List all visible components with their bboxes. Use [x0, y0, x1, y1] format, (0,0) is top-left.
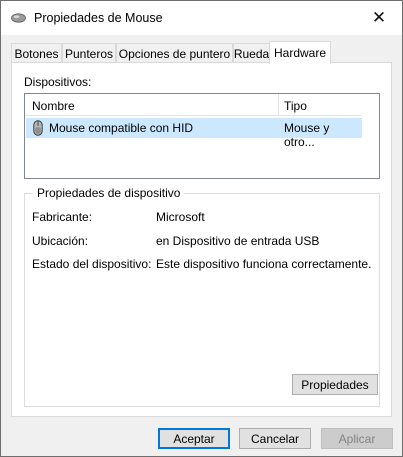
list-scrollbar-area: [362, 94, 379, 178]
manufacturer-label: Fabricante:: [32, 210, 93, 224]
tab-botones[interactable]: Botones: [11, 43, 62, 63]
tab-punteros[interactable]: Punteros: [62, 43, 116, 63]
devices-list[interactable]: Nombre Tipo Mouse compatible con HID Mou…: [24, 93, 380, 179]
properties-button[interactable]: Propiedades: [292, 374, 378, 395]
devices-label: Dispositivos:: [24, 75, 92, 89]
tab-hardware[interactable]: Hardware: [269, 41, 331, 64]
device-type: Mouse y otro...: [284, 121, 330, 149]
title-bar: Propiedades de Mouse ✕: [1, 1, 402, 35]
mouse-properties-window: Propiedades de Mouse ✕ Botones Punteros …: [0, 0, 403, 457]
location-label: Ubicación:: [32, 234, 89, 248]
column-divider[interactable]: [278, 94, 279, 116]
cancel-button[interactable]: Cancelar: [239, 428, 311, 449]
mouse-icon: [33, 120, 43, 136]
tab-rueda[interactable]: Rueda: [233, 43, 270, 63]
device-name: Mouse compatible con HID: [49, 121, 194, 135]
group-title: Propiedades de dispositivo: [33, 186, 185, 200]
devices-list-header: Nombre Tipo: [25, 94, 379, 116]
column-header-name[interactable]: Nombre: [32, 99, 75, 113]
tab-strip: Botones Punteros Opciones de puntero Rue…: [11, 41, 392, 64]
accept-button[interactable]: Aceptar: [158, 428, 230, 449]
column-header-type[interactable]: Tipo: [284, 99, 307, 113]
manufacturer-value: Microsoft: [156, 210, 205, 224]
hardware-tab-panel: Dispositivos: Nombre Tipo Mouse compatib…: [11, 62, 392, 417]
tab-opciones-de-puntero[interactable]: Opciones de puntero: [116, 43, 233, 63]
mouse-app-icon: [11, 13, 26, 23]
close-icon: ✕: [371, 7, 387, 27]
close-button[interactable]: ✕: [356, 1, 402, 33]
window-title: Propiedades de Mouse: [34, 11, 163, 25]
device-status-label: Estado del dispositivo:: [32, 257, 152, 271]
apply-button[interactable]: Aplicar: [321, 428, 393, 449]
list-item[interactable]: Mouse compatible con HID Mouse y otro...: [26, 118, 362, 149]
location-value: en Dispositivo de entrada USB: [156, 234, 320, 248]
device-status-value: Este dispositivo funciona correctamente.: [156, 257, 372, 271]
